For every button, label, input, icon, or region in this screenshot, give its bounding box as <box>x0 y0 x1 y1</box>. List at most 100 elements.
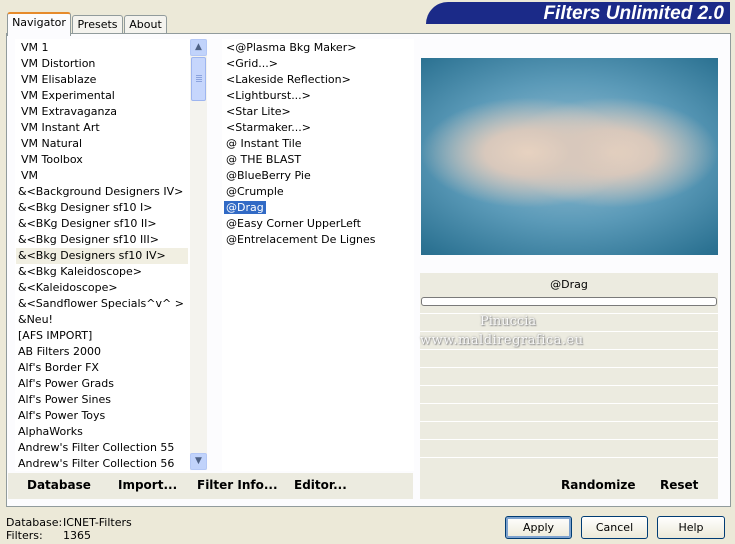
editor-button[interactable]: Editor... <box>294 478 347 492</box>
category-item[interactable]: &<Bkg Kaleidoscope> <box>16 264 188 280</box>
category-item[interactable]: &<Sandflower Specials^v^ > <box>16 296 188 312</box>
category-item[interactable]: VM Distortion <box>19 56 190 72</box>
category-label: AlphaWorks <box>18 425 83 438</box>
category-item[interactable]: VM Toolbox <box>19 152 190 168</box>
category-label: AB Filters 2000 <box>18 345 102 358</box>
database-button[interactable]: Database <box>27 478 91 492</box>
preview-filter-name: @Drag <box>550 278 588 291</box>
chevron-down-icon[interactable]: ▼ <box>190 453 207 470</box>
filter-label: <Star Lite> <box>226 105 291 118</box>
filter-label: @ THE BLAST <box>226 153 302 166</box>
category-item[interactable]: AB Filters 2000 <box>16 344 188 360</box>
filter-item[interactable]: @Drag <box>224 200 266 216</box>
cancel-button[interactable]: Cancel <box>581 516 648 539</box>
import-button[interactable]: Import... <box>118 478 177 492</box>
category-list[interactable]: VM 1 VM Distortion VM Elisablaze VM Experim… <box>15 39 190 471</box>
filter-item[interactable]: <Star Lite> <box>224 104 293 120</box>
category-label: Andrew's Filter Collection 55 <box>18 441 175 454</box>
category-item[interactable]: Alf's Power Sines <box>16 392 188 408</box>
filter-label: <@Plasma Bkg Maker> <box>226 41 357 54</box>
category-label: Alf's Power Grads <box>18 377 114 390</box>
filter-item[interactable]: @Easy Corner UpperLeft <box>224 216 363 232</box>
tab-presets[interactable]: Presets <box>72 15 123 34</box>
category-label: &<Bkg Kaleidoscope> <box>18 265 143 278</box>
filter-item[interactable]: <@Plasma Bkg Maker> <box>224 40 358 56</box>
filter-item[interactable]: <Lightburst...> <box>224 88 313 104</box>
filter-label: <Starmaker...> <box>226 121 312 134</box>
category-item[interactable]: Andrew's Filter Collection 56 <box>16 456 188 471</box>
category-label: &<Background Designers IV> <box>18 185 184 198</box>
category-label: &<Sandflower Specials^v^ > <box>18 297 184 310</box>
filter-item[interactable]: @ Instant Tile <box>224 136 304 152</box>
filter-item[interactable]: @Entrelacement De Lignes <box>224 232 378 248</box>
category-label: &Neu! <box>18 313 53 326</box>
category-item[interactable]: &<Kaleidoscope> <box>16 280 188 296</box>
filter-label: @Easy Corner UpperLeft <box>226 217 361 230</box>
filter-item[interactable]: <Starmaker...> <box>224 120 313 136</box>
category-item[interactable]: VM Elisablaze <box>19 72 190 88</box>
category-item[interactable]: &<Bkg Designer sf10 I> <box>16 200 188 216</box>
category-label: &<BKg Designer sf10 II> <box>18 217 157 230</box>
randomize-button[interactable]: Randomize <box>561 478 635 492</box>
category-label: &<Kaleidoscope> <box>18 281 118 294</box>
scroll-thumb[interactable] <box>191 57 206 101</box>
app-banner: Filters Unlimited 2.0 <box>426 2 730 24</box>
database-value: ICNET-Filters <box>63 516 132 529</box>
category-item[interactable]: Alf's Power Toys <box>16 408 188 424</box>
category-item[interactable]: AlphaWorks <box>16 424 188 440</box>
filters-label: Filters: <box>6 529 43 542</box>
database-label: Database: <box>6 516 63 529</box>
category-label: Alf's Power Sines <box>18 393 111 406</box>
category-item[interactable]: &<Bkg Designers sf10 IV> <box>16 248 188 264</box>
category-label: VM Instant Art <box>21 121 100 134</box>
filter-item[interactable]: <Lakeside Reflection> <box>224 72 353 88</box>
apply-button[interactable]: Apply <box>505 516 572 539</box>
tab-navigator[interactable]: Navigator <box>7 12 71 36</box>
category-item[interactable]: Alf's Power Grads <box>16 376 188 392</box>
watermark-name: Pinuccia <box>480 314 537 329</box>
category-item[interactable]: VM <box>19 168 190 184</box>
help-button[interactable]: Help <box>657 516 725 539</box>
filter-label: @ Instant Tile <box>226 137 302 150</box>
category-label: VM <box>21 169 39 182</box>
category-scrollbar[interactable]: ▲ ▼ <box>190 39 207 470</box>
chevron-up-icon[interactable]: ▲ <box>190 39 207 56</box>
filter-item[interactable]: @Crumple <box>224 184 286 200</box>
category-label: Alf's Power Toys <box>18 409 106 422</box>
category-item[interactable]: &Neu! <box>16 312 188 328</box>
filter-item[interactable]: @ THE BLAST <box>224 152 303 168</box>
category-item[interactable]: VM Extravaganza <box>19 104 190 120</box>
category-item[interactable]: &<Bkg Designer sf10 III> <box>16 232 188 248</box>
category-label: VM Experimental <box>21 89 115 102</box>
category-item[interactable]: [AFS IMPORT] <box>16 328 188 344</box>
category-label: VM Extravaganza <box>21 105 118 118</box>
category-label: VM Toolbox <box>21 153 83 166</box>
category-label: VM Natural <box>21 137 83 150</box>
filter-list[interactable]: <@Plasma Bkg Maker> <Grid...> <Lakeside Re… <box>222 39 414 471</box>
reset-button[interactable]: Reset <box>660 478 698 492</box>
category-item[interactable]: VM Experimental <box>19 88 190 104</box>
category-item[interactable]: &<BKg Designer sf10 II> <box>16 216 188 232</box>
category-label: &<Bkg Designer sf10 III> <box>18 233 160 246</box>
category-label: VM Elisablaze <box>21 73 97 86</box>
tab-about[interactable]: About <box>124 15 167 34</box>
filter-label: <Lakeside Reflection> <box>226 73 351 86</box>
filter-label: @BlueBerry Pie <box>226 169 311 182</box>
category-label: Andrew's Filter Collection 56 <box>18 457 175 470</box>
category-item[interactable]: VM 1 <box>19 40 190 56</box>
filter-info-button[interactable]: Filter Info... <box>197 478 278 492</box>
category-label: [AFS IMPORT] <box>18 329 93 342</box>
category-item[interactable]: Andrew's Filter Collection 55 <box>16 440 188 456</box>
filter-label: @Crumple <box>226 185 284 198</box>
filter-label: <Grid...> <box>226 57 279 70</box>
progress-bar <box>421 297 717 306</box>
category-label: Alf's Border FX <box>18 361 99 374</box>
category-label: &<Bkg Designer sf10 I> <box>18 201 153 214</box>
category-item[interactable]: Alf's Border FX <box>16 360 188 376</box>
filter-item[interactable]: @BlueBerry Pie <box>224 168 313 184</box>
category-item[interactable]: VM Instant Art <box>19 120 190 136</box>
category-item[interactable]: &<Background Designers IV> <box>16 184 188 200</box>
category-label: VM Distortion <box>21 57 96 70</box>
category-item[interactable]: VM Natural <box>19 136 190 152</box>
filter-item[interactable]: <Grid...> <box>224 56 280 72</box>
